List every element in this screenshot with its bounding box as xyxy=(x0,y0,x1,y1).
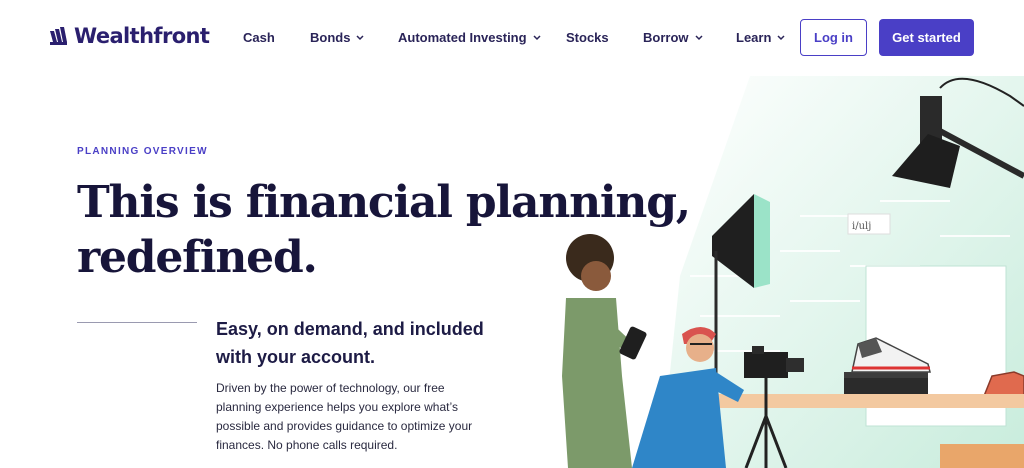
wealthfront-logo[interactable]: Wealthfront xyxy=(50,24,210,48)
login-button[interactable]: Log in xyxy=(800,19,867,56)
nav-item-borrow[interactable]: Borrow xyxy=(643,30,703,45)
chevron-down-icon xyxy=(356,34,364,40)
woman-figure-icon xyxy=(562,234,647,468)
nav-item-cash[interactable]: Cash xyxy=(243,30,275,45)
svg-text:i/ulj: i/ulj xyxy=(852,221,871,232)
nav-item-label: Cash xyxy=(243,30,275,45)
nav-item-label: Bonds xyxy=(310,30,351,45)
hero-illustration: i/ulj xyxy=(562,76,1024,468)
shop-sign: i/ulj xyxy=(847,213,891,235)
nav-item-learn[interactable]: Learn xyxy=(736,30,785,45)
top-navigation: Wealthfront Cash Bonds Automated Investi… xyxy=(0,0,1024,76)
section-divider xyxy=(77,322,197,323)
nav-item-stocks[interactable]: Stocks xyxy=(566,30,609,45)
nav-item-label: Automated Investing xyxy=(398,30,527,45)
subheading: Easy, on demand, and included with your … xyxy=(216,319,484,367)
wealthfront-logo-icon xyxy=(50,27,67,45)
nav-item-bonds[interactable]: Bonds xyxy=(310,30,364,45)
nav-item-automated-investing[interactable]: Automated Investing xyxy=(398,30,541,45)
nav-item-label: Borrow xyxy=(643,30,689,45)
chevron-down-icon xyxy=(533,34,541,40)
headline-line-2: redefined. xyxy=(77,232,318,283)
nav-item-label: Learn xyxy=(736,30,772,45)
hero-description: Driven by the power of technology, our f… xyxy=(216,381,473,452)
table xyxy=(700,394,1024,408)
nav-item-label: Stocks xyxy=(566,30,609,45)
logo-wordmark: Wealthfront xyxy=(74,24,210,48)
chevron-down-icon xyxy=(777,34,785,40)
get-started-button[interactable]: Get started xyxy=(879,19,974,56)
eyebrow-label: PLANNING OVERVIEW xyxy=(77,146,208,157)
chevron-down-icon xyxy=(694,34,703,40)
